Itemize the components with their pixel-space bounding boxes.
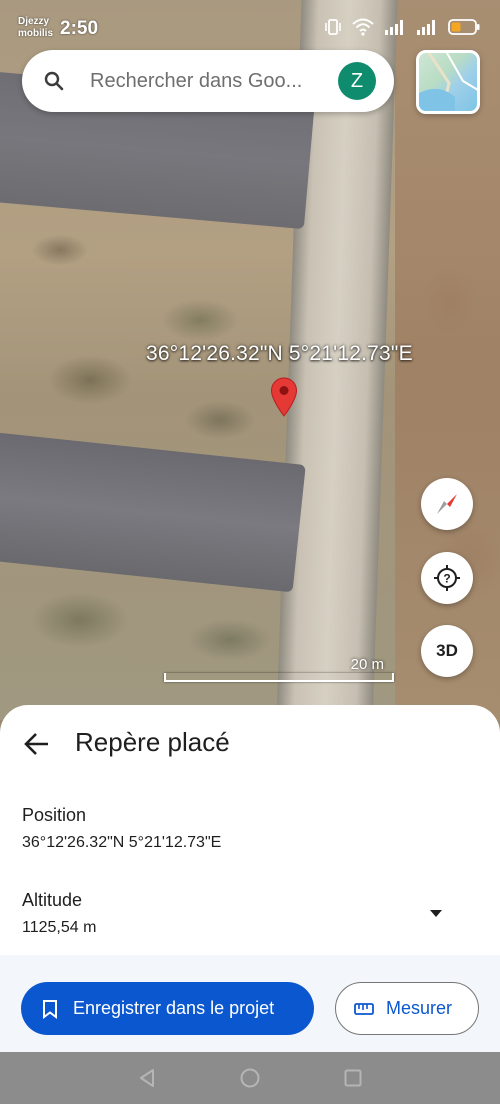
search-input[interactable] — [90, 66, 330, 96]
chevron-down-icon[interactable] — [426, 905, 446, 921]
svg-text:?: ? — [443, 572, 450, 586]
status-icons — [324, 18, 480, 36]
back-arrow-icon[interactable] — [22, 729, 52, 759]
nav-recents-icon[interactable] — [342, 1067, 364, 1089]
map-layer-thumbnail[interactable] — [416, 50, 480, 114]
signal-icon — [385, 20, 403, 35]
carrier-line1: Djezzy — [18, 16, 50, 27]
nav-back-icon[interactable] — [136, 1067, 158, 1089]
save-to-project-label: Enregistrer dans le projet — [73, 998, 275, 1018]
carrier-line2: mobilis — [18, 28, 54, 39]
position-label: Position — [22, 805, 87, 825]
measure-label: Mesurer — [386, 998, 453, 1018]
bookmark-icon — [43, 999, 57, 1019]
position-value: 36°12'26.32"N 5°21'12.73"E — [22, 834, 222, 851]
status-bar: Djezzy mobilis 2:50 — [0, 0, 500, 50]
help-location-icon: ? — [434, 565, 460, 591]
map-scale: 20 m — [164, 656, 394, 684]
carrier-name: Djezzy mobilis — [18, 16, 53, 40]
ruler-icon — [354, 1002, 374, 1015]
placemark-pin-icon[interactable] — [270, 377, 298, 417]
placemark-sheet: Repère placé Position 36°12'26.32"N 5°21… — [0, 705, 500, 1052]
scale-label: 20 m — [350, 656, 384, 673]
wifi-icon — [352, 18, 374, 36]
clock: 2:50 — [60, 18, 99, 39]
measure-button[interactable]: Mesurer — [335, 982, 479, 1035]
altitude-label: Altitude — [22, 890, 83, 910]
nav-home-icon[interactable] — [239, 1067, 261, 1089]
vibrate-icon — [325, 19, 341, 35]
account-avatar[interactable]: Z — [338, 62, 376, 100]
pin-coordinates-label: 36°12'26.32"N 5°21'12.73"E — [146, 342, 413, 365]
navigation-bar — [0, 1052, 500, 1104]
signal-icon-2 — [417, 20, 435, 35]
map-thumbnail-icon — [419, 53, 477, 111]
compass-icon — [437, 494, 457, 514]
battery-icon — [448, 19, 480, 35]
search-bar[interactable]: Z — [22, 50, 394, 112]
three-d-button[interactable]: 3D — [421, 625, 473, 677]
save-to-project-button[interactable]: Enregistrer dans le projet — [21, 982, 314, 1035]
sheet-header: Repère placé — [0, 705, 500, 785]
my-location-button[interactable]: ? — [421, 552, 473, 604]
search-icon[interactable] — [42, 69, 66, 93]
sheet-actions: Enregistrer dans le projet Mesurer — [0, 955, 500, 1052]
compass-button[interactable] — [421, 478, 473, 530]
altitude-value: 1125,54 m — [22, 919, 97, 936]
map-road-lower — [0, 431, 306, 593]
sheet-title: Repère placé — [75, 727, 230, 757]
scale-bar — [164, 673, 394, 682]
